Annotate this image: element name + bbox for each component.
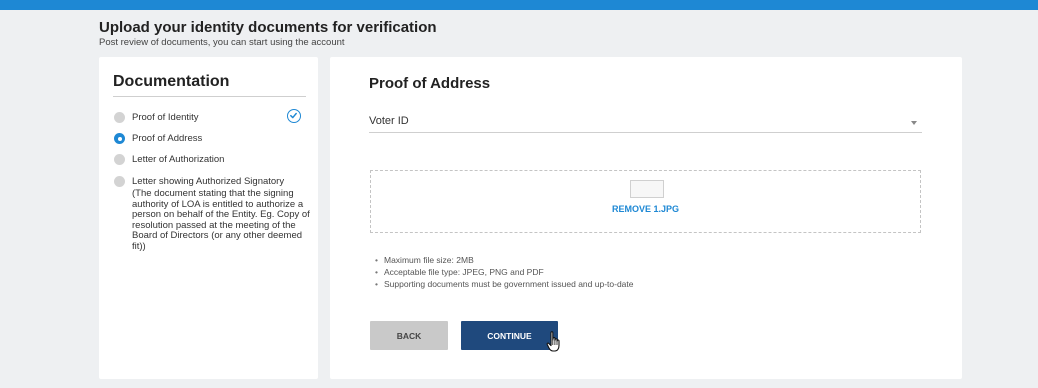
radio-icon[interactable]: [114, 112, 125, 123]
document-type-select[interactable]: Voter ID: [369, 114, 922, 133]
radio-icon[interactable]: [114, 176, 125, 187]
list-item: Maximum file size: 2MB: [375, 254, 633, 266]
upload-dropzone[interactable]: REMOVE 1.JPG: [370, 170, 921, 233]
select-value: Voter ID: [369, 115, 409, 127]
sidebar-item-label: Letter showing Authorized Signatory: [132, 176, 285, 187]
sidebar-item-label: Proof of Address: [132, 133, 203, 144]
page-title: Upload your identity documents for verif…: [99, 19, 437, 36]
list-item: Supporting documents must be government …: [375, 278, 633, 290]
check-circle-icon: [287, 109, 301, 123]
page-subtitle: Post review of documents, you can start …: [99, 37, 345, 48]
file-thumbnail: [630, 180, 664, 198]
sidebar-item-label: Proof of Identity: [132, 112, 199, 123]
chevron-down-icon[interactable]: [911, 121, 917, 125]
upload-panel: Proof of Address Voter ID REMOVE 1.JPG M…: [330, 57, 962, 379]
documentation-heading: Documentation: [113, 73, 306, 97]
sidebar-item-description: (The document stating that the signing a…: [132, 188, 310, 252]
back-button[interactable]: BACK: [370, 321, 448, 350]
hand-cursor-icon: [546, 331, 560, 352]
continue-button[interactable]: CONTINUE: [461, 321, 558, 350]
sidebar-item-label: Letter of Authorization: [132, 154, 225, 165]
top-accent-bar: [0, 0, 1038, 10]
radio-selected-icon[interactable]: [114, 133, 125, 144]
section-heading: Proof of Address: [369, 75, 491, 92]
documentation-panel: Documentation Proof of Identity Proof of…: [99, 57, 318, 379]
list-item: Acceptable file type: JPEG, PNG and PDF: [375, 266, 633, 278]
radio-icon[interactable]: [114, 154, 125, 165]
remove-file-link[interactable]: REMOVE 1.JPG: [371, 204, 920, 214]
upload-rules-list: Maximum file size: 2MB Acceptable file t…: [375, 254, 633, 290]
